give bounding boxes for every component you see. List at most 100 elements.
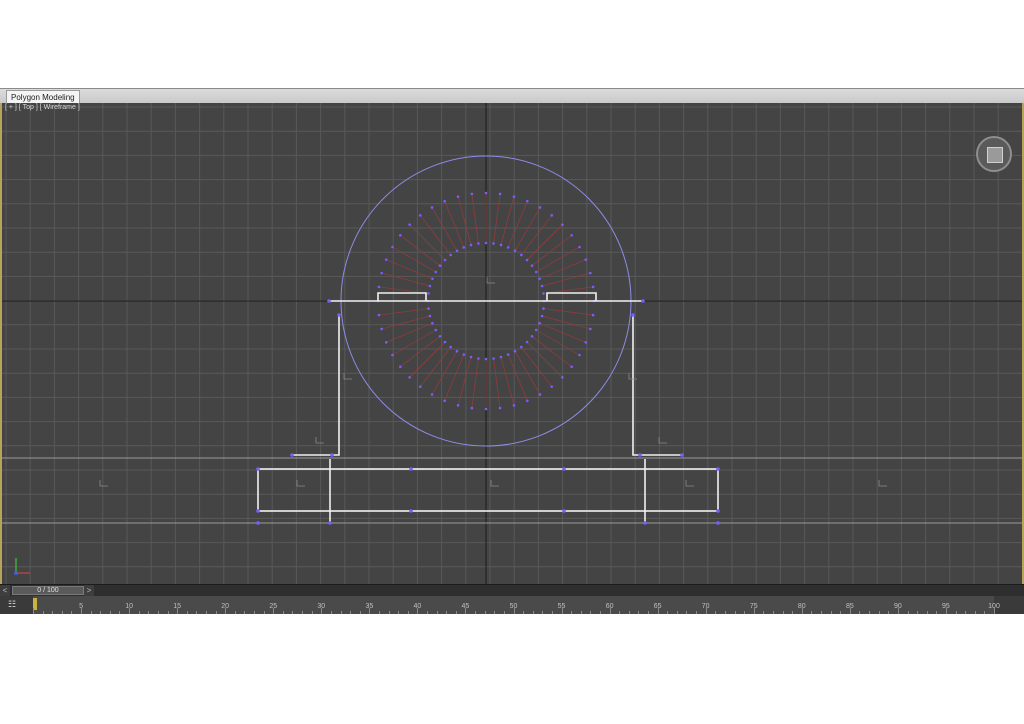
timeline-tick	[398, 611, 400, 614]
viewport-label-menu[interactable]: [ + ] [ Top ] [ Wireframe ]	[5, 104, 80, 111]
ring-spoke	[471, 193, 479, 244]
timeline-tick	[292, 611, 294, 614]
vertex-dot	[443, 340, 447, 344]
time-slider-thumb[interactable]: 0 / 100	[12, 586, 84, 595]
timeline-tick-label: 5	[79, 603, 83, 610]
timeline-tick	[157, 611, 159, 614]
timeline-tick	[744, 611, 746, 614]
timeline-tick	[71, 611, 73, 614]
timeline-tick	[840, 611, 842, 614]
ring-spoke	[471, 358, 479, 409]
time-slider-prev-button[interactable]: <	[0, 585, 10, 596]
vertex-dot	[591, 313, 595, 317]
time-slider-next-button[interactable]: >	[84, 585, 94, 596]
vertex-dot	[513, 249, 517, 253]
vertex-dot	[584, 341, 588, 344]
vertex-dot	[377, 285, 381, 289]
ring-spoke	[400, 336, 441, 368]
timeline-tick	[628, 611, 630, 614]
timeline-tick	[263, 611, 265, 614]
timeline-tick-label: 70	[701, 603, 710, 610]
timeline-tick-label: 40	[413, 603, 422, 610]
timeline-tick-label: 50	[509, 603, 518, 610]
timeline-tick	[196, 611, 198, 614]
vertex-dot	[526, 399, 529, 403]
viewport-view-menu[interactable]: [ Top ]	[19, 104, 38, 111]
vertex-dot	[431, 277, 434, 281]
timeline-tick	[475, 611, 477, 614]
vertex-dot	[477, 357, 480, 360]
timeline-tick-label: 75	[749, 603, 758, 610]
timeline-tick	[648, 611, 650, 614]
housing-vertex	[638, 453, 642, 457]
timeline-tick	[734, 611, 736, 614]
timeline-tick-label: 90	[893, 603, 902, 610]
timeline-tick	[551, 611, 553, 614]
vertex-dot	[484, 407, 488, 411]
vertex-dot	[418, 214, 422, 217]
timeline-tick	[965, 611, 967, 614]
timeline-tick-label: 60	[605, 603, 614, 610]
top-viewport[interactable]: [ + ] [ Top ] [ Wireframe ]	[0, 103, 1024, 584]
timeline-tick	[282, 611, 284, 614]
timeline-tick	[676, 611, 678, 614]
vertex-dot	[506, 246, 510, 249]
pivot-marker	[315, 437, 324, 444]
timeline-tick	[33, 608, 34, 614]
ribbon-panel-polygon-modeling[interactable]: Polygon Modeling	[6, 90, 80, 104]
timeline-tick	[763, 611, 765, 614]
housing-vertex	[562, 509, 566, 513]
housing-vertex	[330, 453, 334, 457]
vertex-dot	[570, 233, 573, 237]
timeline-tick-label: 80	[797, 603, 806, 610]
vertex-dot	[512, 404, 516, 407]
timeline-tick-label: 85	[845, 603, 854, 610]
timeline-tick	[859, 611, 861, 614]
vertex-dot	[484, 357, 488, 361]
vertex-dot	[430, 206, 434, 209]
housing-vertex	[716, 467, 720, 471]
track-bar[interactable]: ☷ 5 10 15 20 25 30 35 40 45 50 55 60 65 70 75 80 85 90 95 1…	[0, 596, 1024, 614]
vertex-dot	[443, 258, 447, 262]
viewport-canvas[interactable]	[2, 103, 1022, 584]
housing-vertex	[716, 521, 720, 525]
housing-vertex	[409, 467, 413, 471]
housing-vertex	[641, 299, 645, 303]
ring-spoke	[526, 224, 563, 261]
viewcube-face[interactable]	[987, 147, 1003, 163]
housing-vertex	[631, 313, 635, 317]
vertex-dot	[418, 385, 422, 388]
timeline-tick	[532, 611, 534, 614]
viewcube-icon[interactable]	[976, 136, 1012, 172]
timeline-tick	[878, 611, 880, 614]
pivot-marker	[658, 437, 667, 444]
vertex-dot	[380, 271, 383, 275]
timeline-tick	[503, 611, 505, 614]
timeline-tick	[523, 611, 525, 614]
timeline-tick	[330, 611, 332, 614]
track-bar-ruler[interactable]: 5 10 15 20 25 30 35 40 45 50 55 60 65 70 75 80 85 90 95 100	[33, 596, 1000, 614]
timeline-tick-label: 100	[988, 603, 1000, 610]
timeline-tick	[917, 611, 919, 614]
max-ui: Polygon Modeling [ + ] [ Top ] [ Wirefra…	[0, 88, 1024, 614]
vertex-dot	[584, 258, 588, 261]
vertex-dot	[462, 353, 466, 356]
ring-spoke	[419, 215, 451, 256]
timeline-tick-label: 25	[269, 603, 278, 610]
timeline-tick	[955, 611, 957, 614]
pivot-marker	[296, 480, 305, 487]
vertex-dot	[589, 271, 592, 275]
viewport-shading-menu[interactable]: [ Wireframe ]	[40, 104, 80, 111]
housing-vertex	[256, 467, 260, 471]
key-filter-icon[interactable]: ☷	[6, 599, 18, 610]
vertex-dot	[506, 353, 510, 356]
timeline-tick	[811, 611, 813, 614]
ring-spoke	[400, 234, 441, 266]
vertex-dot	[492, 357, 495, 360]
timeline-tick	[244, 611, 246, 614]
viewport-plus-menu[interactable]: [ + ]	[5, 104, 17, 111]
housing-vertex	[409, 509, 413, 513]
timeline-tick	[215, 611, 217, 614]
timeline-tick-label: 35	[365, 603, 374, 610]
ring-spoke	[521, 215, 553, 256]
